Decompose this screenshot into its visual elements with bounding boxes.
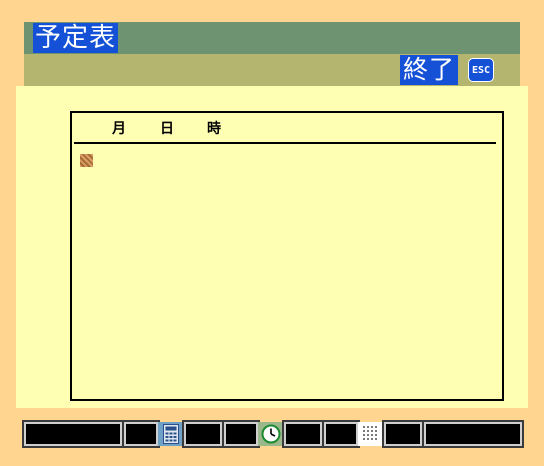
- clock-glyph: [261, 424, 281, 444]
- dock-slot[interactable]: [222, 420, 260, 448]
- column-header-month: 月: [112, 121, 126, 137]
- dock-slot[interactable]: [322, 420, 360, 448]
- esc-key-icon[interactable]: ESC: [468, 58, 494, 82]
- window-title: 予定表: [33, 23, 119, 53]
- column-header-hour: 時: [207, 121, 221, 137]
- dock-slot[interactable]: [382, 420, 424, 448]
- dock-slot[interactable]: [182, 420, 224, 448]
- column-header-day: 日: [160, 121, 174, 137]
- dock-slot[interactable]: [122, 420, 160, 448]
- calculator-glyph: [163, 424, 179, 444]
- calendar-glyph: [363, 426, 377, 440]
- calendar-icon[interactable]: [358, 422, 384, 446]
- schedule-list[interactable]: [70, 111, 504, 401]
- list-cursor[interactable]: [80, 154, 93, 167]
- clock-icon[interactable]: [258, 422, 284, 446]
- dock-slot-right[interactable]: [422, 420, 524, 448]
- end-button[interactable]: 終了: [400, 55, 459, 85]
- dock-slot[interactable]: [282, 420, 324, 448]
- dock-slot-left[interactable]: [22, 420, 124, 448]
- header-divider: [74, 142, 496, 144]
- calculator-icon[interactable]: [158, 422, 184, 446]
